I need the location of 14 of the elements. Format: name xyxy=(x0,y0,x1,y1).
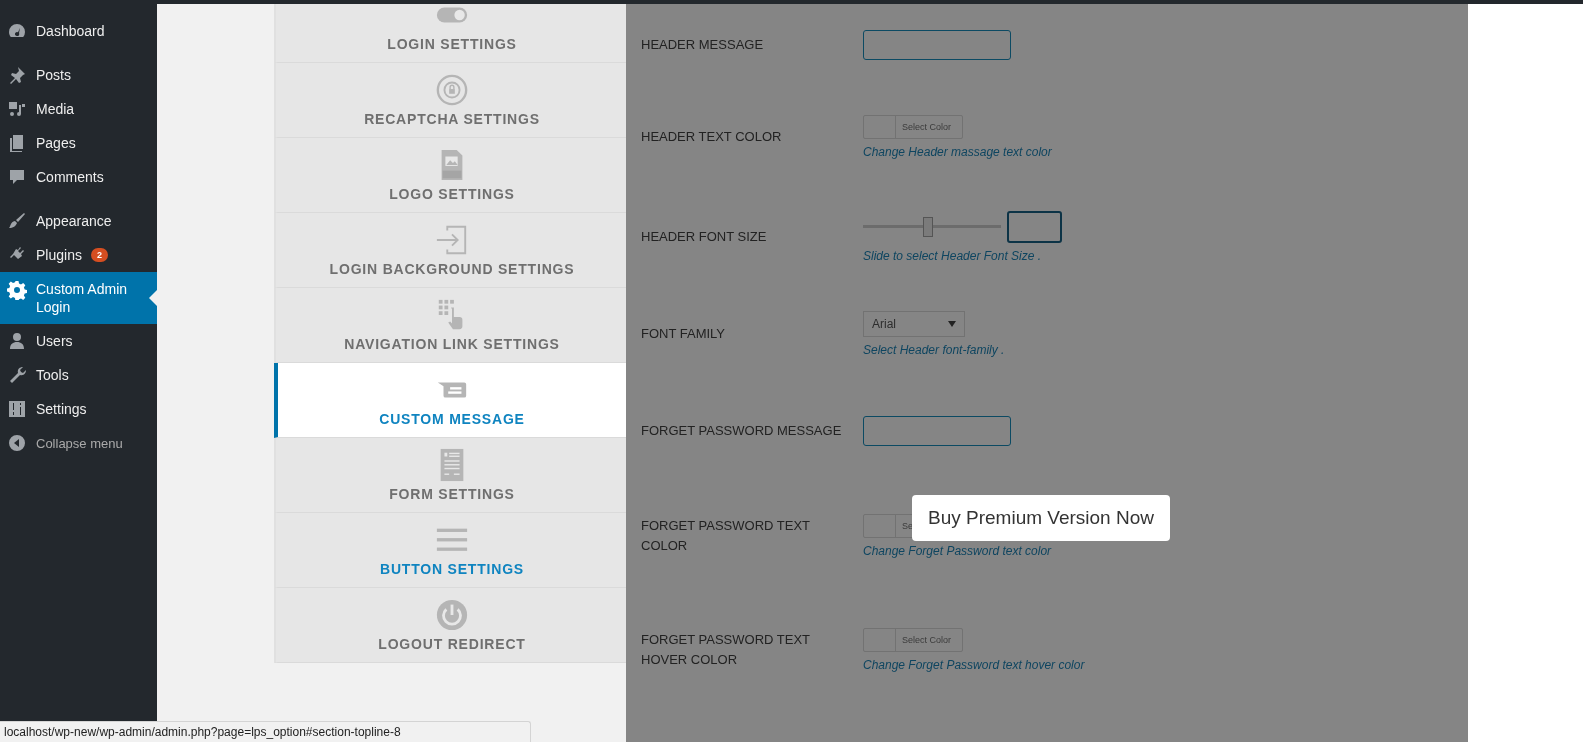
field-label: FONT FAMILY xyxy=(641,324,727,343)
field-label: HEADER FONT SIZE xyxy=(641,227,768,246)
field-description: Slide to select Header Font Size . xyxy=(863,248,1043,263)
field-description: Change Forget Password text hover color xyxy=(863,658,1085,672)
field-label: FORGET PASSWORD TEXT COLOR xyxy=(641,517,811,555)
status-bar-url: localhost/wp-new/wp-admin/admin.php?page=lps_option#section-topline-8 xyxy=(0,721,531,742)
field-label: HEADER MESSAGE xyxy=(641,36,765,54)
field-description: Change Forget Password text color xyxy=(863,544,1052,558)
update-count-badge: 2 xyxy=(90,248,108,262)
field-description: Select Header font-family . xyxy=(863,342,1005,357)
field-label: HEADER TEXT COLOR xyxy=(641,128,783,146)
field-description: Change Header massage text color xyxy=(863,145,1052,159)
field-label: FORGET PASSWORD MESSAGE xyxy=(641,421,843,440)
field-label: FORGET PASSWORD TEXT HOVER COLOR xyxy=(641,631,811,669)
